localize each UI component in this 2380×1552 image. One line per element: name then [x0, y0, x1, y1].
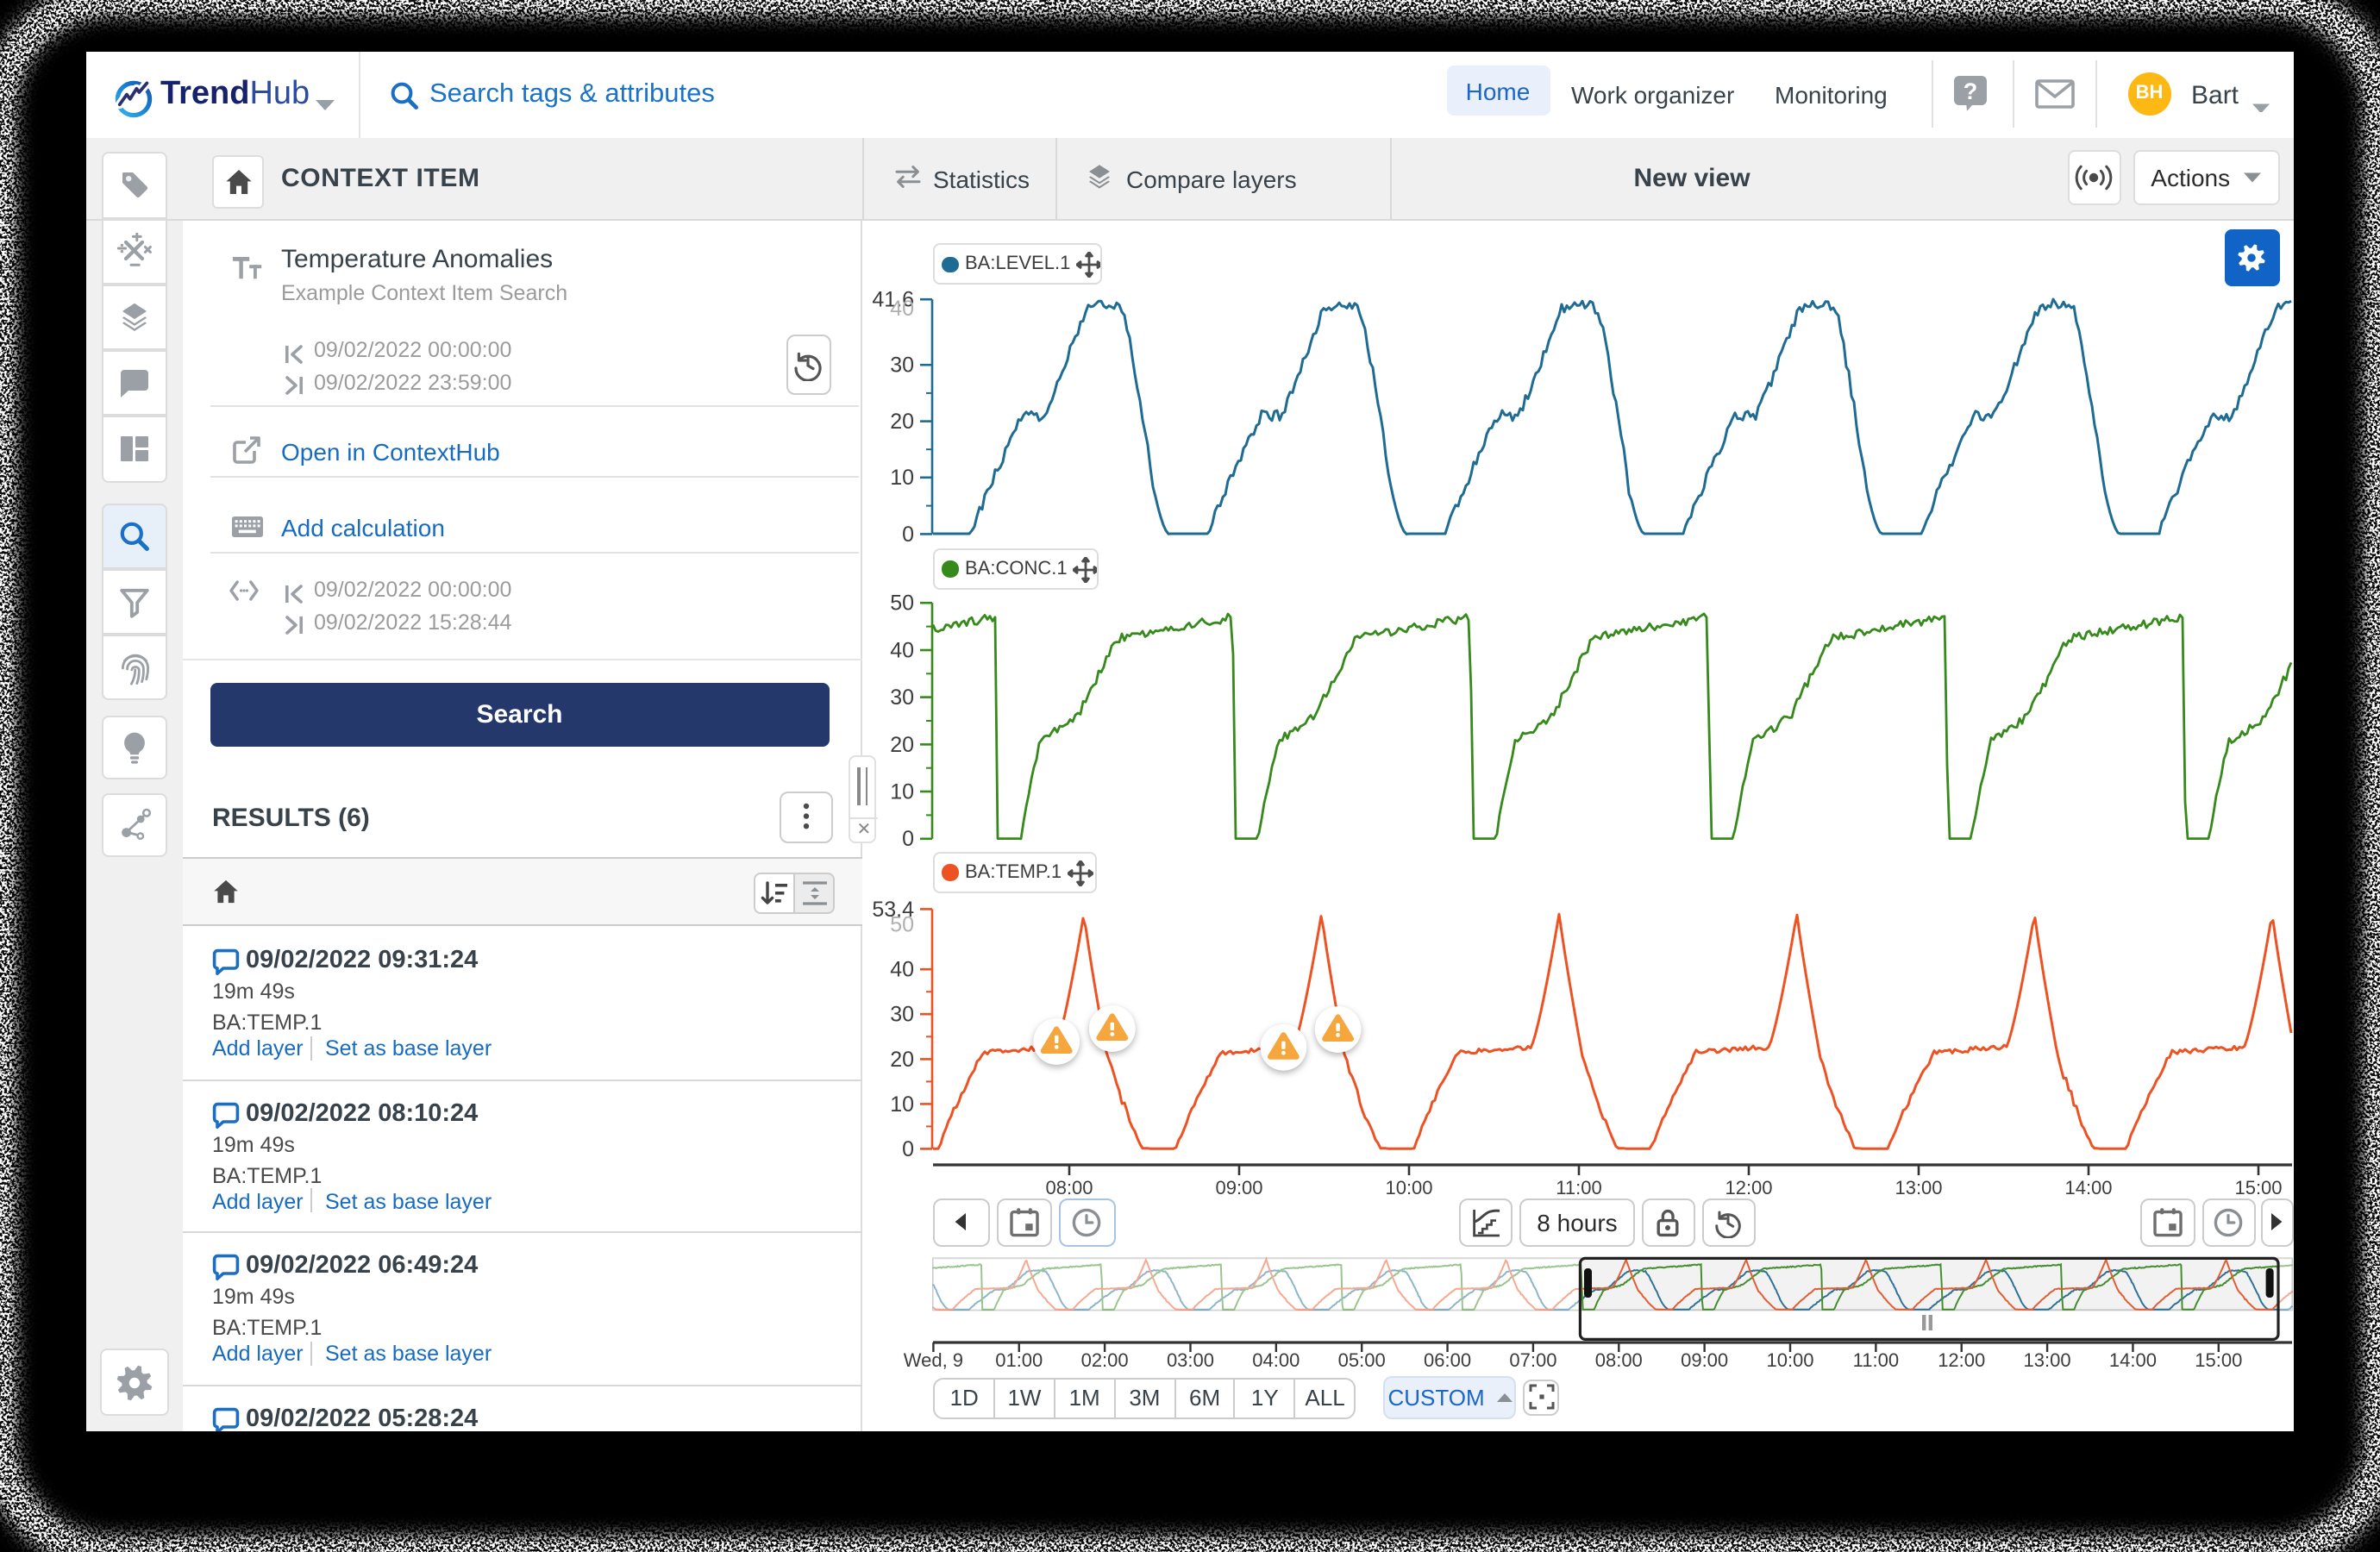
- svg-text:12:00: 12:00: [1725, 1177, 1772, 1198]
- svg-text:04:00: 04:00: [1252, 1349, 1300, 1371]
- svg-text:20: 20: [890, 733, 914, 757]
- svg-text:10: 10: [890, 1092, 914, 1117]
- svg-text:05:00: 05:00: [1338, 1349, 1386, 1371]
- svg-text:11:00: 11:00: [1556, 1177, 1601, 1198]
- svg-text:10:00: 10:00: [1766, 1349, 1813, 1371]
- svg-text:40: 40: [890, 297, 914, 321]
- svg-text:08:00: 08:00: [1045, 1177, 1093, 1198]
- svg-text:13:00: 13:00: [2024, 1349, 2071, 1371]
- svg-text:01:00: 01:00: [995, 1349, 1043, 1371]
- svg-text:10: 10: [890, 466, 914, 490]
- svg-text:07:00: 07:00: [1509, 1349, 1556, 1371]
- svg-text:15:00: 15:00: [2234, 1177, 2282, 1198]
- svg-text:30: 30: [890, 685, 914, 710]
- svg-text:0: 0: [902, 827, 914, 851]
- svg-text:40: 40: [890, 638, 914, 662]
- svg-text:50: 50: [890, 912, 914, 936]
- svg-text:12:00: 12:00: [1938, 1349, 1985, 1371]
- svg-text:30: 30: [890, 1003, 914, 1027]
- svg-text:15:00: 15:00: [2195, 1349, 2242, 1371]
- svg-text:13:00: 13:00: [1895, 1177, 1942, 1198]
- svg-text:20: 20: [890, 1048, 914, 1072]
- svg-text:30: 30: [890, 354, 914, 378]
- svg-text:50: 50: [890, 591, 914, 616]
- svg-text:0: 0: [902, 523, 914, 547]
- svg-text:14:00: 14:00: [2064, 1177, 2112, 1198]
- svg-text:06:00: 06:00: [1424, 1349, 1471, 1371]
- svg-text:11:00: 11:00: [1853, 1349, 1899, 1371]
- svg-text:14:00: 14:00: [2109, 1349, 2157, 1371]
- svg-text:0: 0: [902, 1137, 914, 1161]
- svg-text:10:00: 10:00: [1385, 1177, 1432, 1198]
- svg-text:09:00: 09:00: [1215, 1177, 1262, 1198]
- svg-text:09:00: 09:00: [1681, 1349, 1728, 1371]
- svg-text:?: ?: [1964, 78, 1978, 104]
- svg-text:10: 10: [890, 779, 914, 804]
- svg-text:03:00: 03:00: [1167, 1349, 1214, 1371]
- svg-text:40: 40: [890, 958, 914, 982]
- svg-text:20: 20: [890, 410, 914, 434]
- svg-text:02:00: 02:00: [1081, 1349, 1129, 1371]
- svg-text:Wed, 9: Wed, 9: [904, 1349, 963, 1371]
- svg-text:08:00: 08:00: [1595, 1349, 1643, 1371]
